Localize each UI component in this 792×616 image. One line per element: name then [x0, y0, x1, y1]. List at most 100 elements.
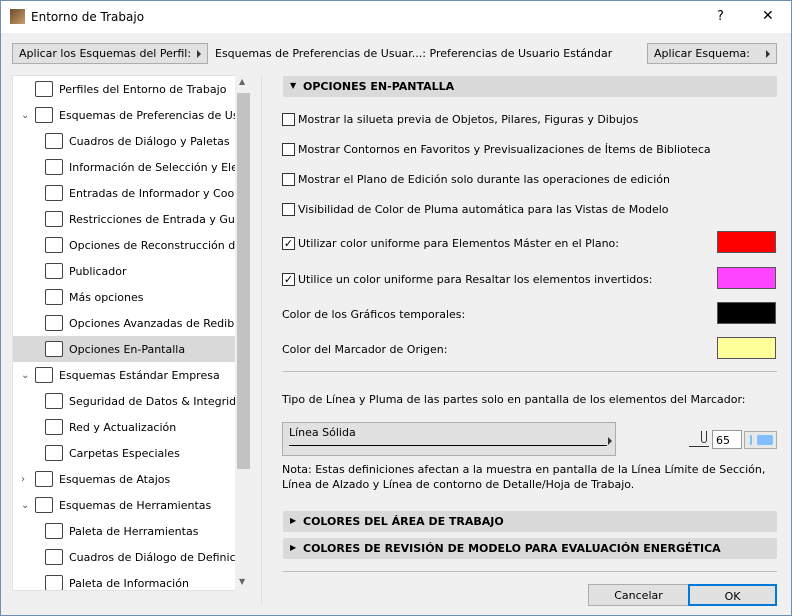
chevron-down-icon[interactable]: ⌄	[21, 370, 31, 381]
close-button[interactable]: ✕	[762, 8, 774, 24]
option-label: Visibilidad de Color de Pluma automática…	[298, 203, 669, 216]
tree-item-label: Red y Actualización	[69, 420, 177, 434]
tree-item[interactable]: ⌄ Esquemas Estándar Empresa	[13, 362, 235, 388]
option-checkbox[interactable]	[282, 173, 295, 186]
option-label: Utilice un color uniforme para Resaltar …	[298, 273, 653, 286]
settings-page-icon	[45, 211, 63, 227]
option-checkbox[interactable]: ✓	[282, 237, 295, 250]
linetype-dropdown[interactable]: Línea Sólida	[282, 422, 616, 456]
tree-item[interactable]: Perfiles del Entorno de Trabajo	[13, 76, 235, 102]
settings-page-icon	[35, 471, 53, 487]
tree-item[interactable]: Entradas de Informador y Coordenadas	[13, 180, 235, 206]
tree-item[interactable]: Opciones Avanzadas de Redibujado	[13, 310, 235, 336]
color-swatch-button[interactable]	[717, 267, 776, 289]
line-preview	[289, 445, 607, 446]
settings-page-icon	[45, 159, 63, 175]
tree-item-label: Entradas de Informador y Coordenadas	[69, 186, 235, 200]
pen-color-button[interactable]	[744, 431, 777, 449]
chevron-right-icon: ▶	[290, 516, 297, 525]
option-checkbox[interactable]	[282, 143, 295, 156]
window-title: Entorno de Trabajo	[31, 10, 145, 24]
tree-item[interactable]: Opciones de Reconstrucción del Modelo	[13, 232, 235, 258]
settings-page-icon	[45, 523, 63, 539]
separator	[283, 571, 777, 572]
settings-page-icon	[45, 419, 63, 435]
scroll-down-icon[interactable]: ▼	[239, 577, 245, 586]
separator	[283, 371, 777, 372]
tree-item[interactable]: Cuadros de Diálogo y Paletas	[13, 128, 235, 154]
section-workspace-colors[interactable]: ▶ COLORES DEL ÁREA DE TRABAJO	[283, 511, 777, 532]
settings-page-icon	[45, 263, 63, 279]
apply-scheme-button[interactable]: Aplicar Esquema:	[647, 43, 777, 64]
tree-item[interactable]: Opciones En-Pantalla	[13, 336, 235, 362]
option-label: Mostrar el Plano de Edición solo durante…	[298, 173, 670, 186]
section-energy-colors[interactable]: ▶ COLORES DE REVISIÓN DE MODELO PARA EVAL…	[283, 538, 777, 559]
tree-item-label: Cuadros de Diálogo de Definición	[69, 550, 235, 564]
option-checkbox[interactable]	[282, 113, 295, 126]
linetype-value: Línea Sólida	[289, 426, 356, 439]
arrow-right-icon	[197, 50, 201, 58]
tree-item-label: Paleta de Herramientas	[69, 524, 199, 538]
tree-item[interactable]: Más opciones	[13, 284, 235, 310]
apply-scheme-label: Aplicar Esquema:	[654, 47, 750, 60]
chevron-right-icon[interactable]: ›	[21, 474, 31, 485]
option-checkbox[interactable]	[282, 203, 295, 216]
tree-item[interactable]: Cuadros de Diálogo de Definición	[13, 544, 235, 570]
settings-page-icon	[45, 341, 63, 357]
tree-item-label: Publicador	[69, 264, 127, 278]
tree-item[interactable]: Seguridad de Datos & Integridad	[13, 388, 235, 414]
settings-page-icon	[35, 367, 53, 383]
tree-item-label: Esquemas de Atajos	[59, 472, 171, 486]
scrollbar-thumb[interactable]	[237, 93, 250, 469]
chevron-right-icon: ▶	[290, 543, 297, 552]
tree-item-label: Más opciones	[69, 290, 144, 304]
color-label: Color de los Gráficos temporales:	[282, 308, 466, 321]
dialog-window: Entorno de Trabajo ? ✕ Aplicar los Esque…	[0, 0, 792, 616]
help-button[interactable]: ?	[717, 9, 724, 24]
section-onscreen-options[interactable]: ▼ OPCIONES EN-PANTALLA	[283, 76, 777, 97]
tree-item[interactable]: Paleta de Información	[13, 570, 235, 590]
tree-item[interactable]: Información de Selección y Elementos	[13, 154, 235, 180]
option-label: Utilizar color uniforme para Elementos M…	[298, 237, 619, 250]
tree-item[interactable]: Carpetas Especiales	[13, 440, 235, 466]
settings-page-icon	[35, 497, 53, 513]
settings-page-icon	[45, 237, 63, 253]
tree-item-label: Opciones Avanzadas de Redibujado	[69, 316, 235, 330]
color-swatch-button[interactable]	[717, 337, 776, 359]
tree-item-label: Seguridad de Datos & Integridad	[69, 394, 235, 408]
tree-item-label: Esquemas de Herramientas	[59, 498, 212, 512]
scheme-path: Esquemas de Preferencias de Usuar...: Pr…	[215, 47, 613, 60]
app-icon	[10, 9, 25, 24]
settings-page-icon	[45, 315, 63, 331]
scroll-up-icon[interactable]: ▲	[239, 77, 245, 86]
tree-item[interactable]: ⌄ Esquemas de Preferencias de Usuario	[13, 102, 235, 128]
chevron-down-icon[interactable]: ⌄	[21, 110, 31, 121]
tree-item[interactable]: › Esquemas de Atajos	[13, 466, 235, 492]
section-title: COLORES DEL ÁREA DE TRABAJO	[303, 515, 504, 528]
pen-number-input[interactable]: 65	[712, 430, 742, 449]
tree-item[interactable]: Red y Actualización	[13, 414, 235, 440]
option-checkbox[interactable]: ✓	[282, 273, 295, 286]
tree-item[interactable]: Paleta de Herramientas	[13, 518, 235, 544]
ok-button[interactable]: OK	[688, 584, 777, 606]
title-bar: Entorno de Trabajo ? ✕	[1, 1, 791, 33]
pen-color-swatch	[757, 435, 773, 445]
tree-item-label: Perfiles del Entorno de Trabajo	[59, 82, 227, 96]
tree-item-label: Carpetas Especiales	[69, 446, 180, 460]
option-label: Mostrar la silueta previa de Objetos, Pi…	[298, 113, 639, 126]
tree-item[interactable]: Restricciones de Entrada y Guías	[13, 206, 235, 232]
pen-icon	[689, 431, 709, 447]
tree-item-label: Opciones de Reconstrucción del Modelo	[69, 238, 235, 252]
settings-page-icon	[45, 549, 63, 565]
tree-item-label: Paleta de Información	[69, 576, 189, 590]
settings-page-icon	[35, 81, 53, 97]
cancel-button[interactable]: Cancelar	[588, 584, 689, 606]
tree-item[interactable]: ⌄ Esquemas de Herramientas	[13, 492, 235, 518]
chevron-down-icon[interactable]: ⌄	[21, 500, 31, 511]
tree-item[interactable]: Publicador	[13, 258, 235, 284]
color-swatch-button[interactable]	[717, 231, 776, 253]
color-swatch-button[interactable]	[717, 302, 776, 324]
tree-item-label: Esquemas de Preferencias de Usuario	[59, 108, 235, 122]
settings-page-icon	[45, 445, 63, 461]
apply-profile-button[interactable]: Aplicar los Esquemas del Perfil:	[12, 43, 208, 64]
